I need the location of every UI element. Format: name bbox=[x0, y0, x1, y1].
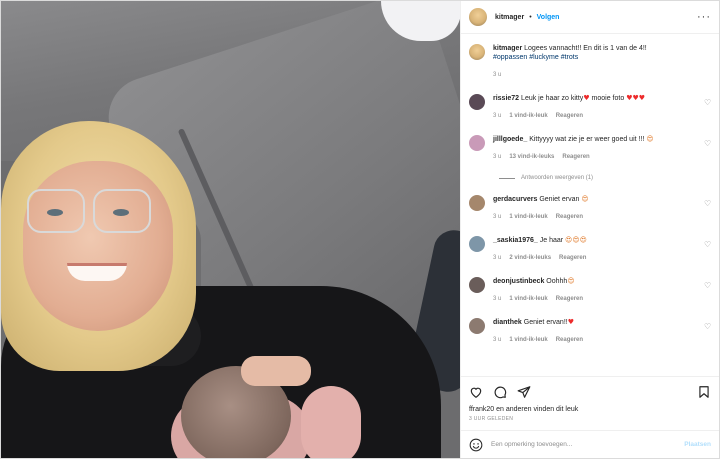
bookmark-icon[interactable] bbox=[697, 385, 711, 399]
more-icon[interactable]: ··· bbox=[697, 11, 711, 23]
reply-button[interactable]: Reageren bbox=[556, 295, 583, 304]
photo-baby-hand bbox=[301, 386, 361, 458]
comment-time[interactable]: 3 u bbox=[493, 112, 501, 121]
caption-username[interactable]: kitmager bbox=[493, 45, 522, 52]
comment-username[interactable]: rissie72 bbox=[493, 95, 519, 102]
comment-text: Leuk je haar zo kitty bbox=[521, 95, 584, 102]
action-bar bbox=[461, 376, 719, 406]
comments-list[interactable]: kitmager Logees vannacht!! En dit is 1 v… bbox=[461, 34, 719, 376]
comment-item: rissie72 Leuk je haar zo kitty♥ mooie fo… bbox=[469, 94, 711, 121]
emoji-icon[interactable] bbox=[469, 438, 483, 452]
comment-text: Je haar bbox=[539, 237, 564, 244]
post-side-panel: kitmager • Volgen ··· kitmager Logees va… bbox=[460, 1, 719, 458]
reply-button[interactable]: Reageren bbox=[556, 213, 583, 222]
comment-input[interactable] bbox=[491, 441, 685, 448]
comment-text: Geniet ervan!! bbox=[523, 319, 568, 326]
comment-text: Kittyyyy wat zie je er weer goed uit !!! bbox=[529, 136, 645, 143]
comment-item: gerdacurvers Geniet ervan 😍 3 u 1 vind-i… bbox=[469, 195, 711, 222]
reply-button[interactable]: Reageren bbox=[556, 336, 583, 345]
comment-like-heart-icon[interactable]: ♡ bbox=[704, 323, 711, 331]
comment-like-heart-icon[interactable]: ♡ bbox=[704, 140, 711, 148]
caption-text: Logees vannacht!! En dit is 1 van de 4!! bbox=[524, 45, 647, 52]
comment-item: deonjustinbeck Oohhh😍 3 u 1 vind-ik-leuk… bbox=[469, 277, 711, 304]
reply-button[interactable]: Reageren bbox=[559, 254, 586, 263]
comment-time[interactable]: 3 u bbox=[493, 213, 501, 222]
caption-avatar[interactable] bbox=[469, 44, 485, 60]
caption-hashtags[interactable]: #oppassen #luckyme #trots bbox=[493, 54, 578, 61]
follow-button[interactable]: Volgen bbox=[537, 14, 560, 21]
post-timestamp: 3 UUR GELEDEN bbox=[461, 413, 719, 431]
comment-composer: Plaatsen bbox=[461, 431, 719, 458]
comment-avatar[interactable] bbox=[469, 195, 485, 211]
comment-item: dianthek Geniet ervan!!♥ 3 u 1 vind-ik-l… bbox=[469, 318, 711, 345]
photo-eye-right bbox=[113, 209, 129, 216]
comment-text: Geniet ervan bbox=[539, 196, 580, 203]
comment-username[interactable]: deonjustinbeck bbox=[493, 278, 544, 285]
heart-eyes-emoji: 😍 bbox=[581, 195, 589, 203]
post-header: kitmager • Volgen ··· bbox=[461, 1, 719, 34]
post-comment-button[interactable]: Plaatsen bbox=[684, 441, 711, 448]
heart-eyes-emoji: 😍 bbox=[567, 277, 575, 285]
comment-like-heart-icon[interactable]: ♡ bbox=[704, 99, 711, 107]
heart-eyes-emoji: 😍😍😍 bbox=[565, 236, 587, 244]
comment-item: _saskia1976_ Je haar 😍😍😍 3 u 2 vind-ik-l… bbox=[469, 236, 711, 263]
comment-likes[interactable]: 1 vind-ik-leuk bbox=[509, 112, 547, 121]
post-caption: kitmager Logees vannacht!! En dit is 1 v… bbox=[469, 44, 711, 80]
comment-text: Oohhh bbox=[546, 278, 568, 285]
photo-eye-left bbox=[47, 209, 63, 216]
comment-icon[interactable] bbox=[493, 385, 507, 399]
likes-summary[interactable]: ffrank20 en anderen vinden dit leuk bbox=[461, 406, 719, 413]
reply-button[interactable]: Reageren bbox=[556, 112, 583, 121]
comment-avatar[interactable] bbox=[469, 135, 485, 151]
view-replies-button[interactable]: Antwoorden weergeven (1) bbox=[499, 175, 711, 181]
post-modal: kitmager • Volgen ··· kitmager Logees va… bbox=[0, 0, 720, 459]
comment-avatar[interactable] bbox=[469, 277, 485, 293]
comment-item: jilllgoede_ Kittyyyy wat zie je er weer … bbox=[469, 135, 711, 162]
author-username[interactable]: kitmager bbox=[495, 14, 524, 21]
comment-likes[interactable]: 1 vind-ik-leuk bbox=[509, 336, 547, 345]
comment-likes[interactable]: 1 vind-ik-leuk bbox=[509, 213, 547, 222]
comment-username[interactable]: _saskia1976_ bbox=[493, 237, 538, 244]
author-avatar[interactable] bbox=[469, 8, 487, 26]
replies-line bbox=[499, 177, 515, 179]
comment-time[interactable]: 3 u bbox=[493, 336, 501, 345]
photo-smile bbox=[67, 263, 127, 281]
comment-username[interactable]: dianthek bbox=[493, 319, 522, 326]
reply-button[interactable]: Reageren bbox=[562, 153, 589, 162]
comment-text-2: mooie foto bbox=[589, 95, 625, 102]
hearts-emoji: ♥♥♥ bbox=[626, 94, 646, 102]
view-replies-label: Antwoorden weergeven (1) bbox=[521, 175, 594, 181]
comment-avatar[interactable] bbox=[469, 318, 485, 334]
photo-hand bbox=[241, 356, 311, 386]
comment-like-heart-icon[interactable]: ♡ bbox=[704, 200, 711, 208]
comment-username[interactable]: gerdacurvers bbox=[493, 196, 537, 203]
comment-time[interactable]: 3 u bbox=[493, 295, 501, 304]
heart-icon[interactable] bbox=[469, 385, 483, 399]
comment-like-heart-icon[interactable]: ♡ bbox=[704, 282, 711, 290]
comment-username[interactable]: jilllgoede_ bbox=[493, 136, 527, 143]
heart-emoji: ♥ bbox=[567, 318, 574, 326]
comment-likes[interactable]: 2 vind-ik-leuks bbox=[509, 254, 551, 263]
header-separator: • bbox=[529, 13, 532, 21]
heart-eyes-emoji: 😍 bbox=[646, 135, 654, 143]
comment-like-heart-icon[interactable]: ♡ bbox=[704, 241, 711, 249]
comment-likes[interactable]: 1 vind-ik-leuk bbox=[509, 295, 547, 304]
comment-time[interactable]: 3 u bbox=[493, 254, 501, 263]
share-icon[interactable] bbox=[517, 385, 531, 399]
photo-glasses bbox=[23, 189, 153, 237]
photo-face bbox=[23, 161, 173, 331]
comment-time[interactable]: 3 u bbox=[493, 153, 501, 162]
caption-time: 3 u bbox=[493, 72, 502, 78]
comment-likes[interactable]: 13 vind-ik-leuks bbox=[509, 153, 554, 162]
comment-avatar[interactable] bbox=[469, 236, 485, 252]
post-photo[interactable] bbox=[1, 1, 460, 458]
comment-avatar[interactable] bbox=[469, 94, 485, 110]
